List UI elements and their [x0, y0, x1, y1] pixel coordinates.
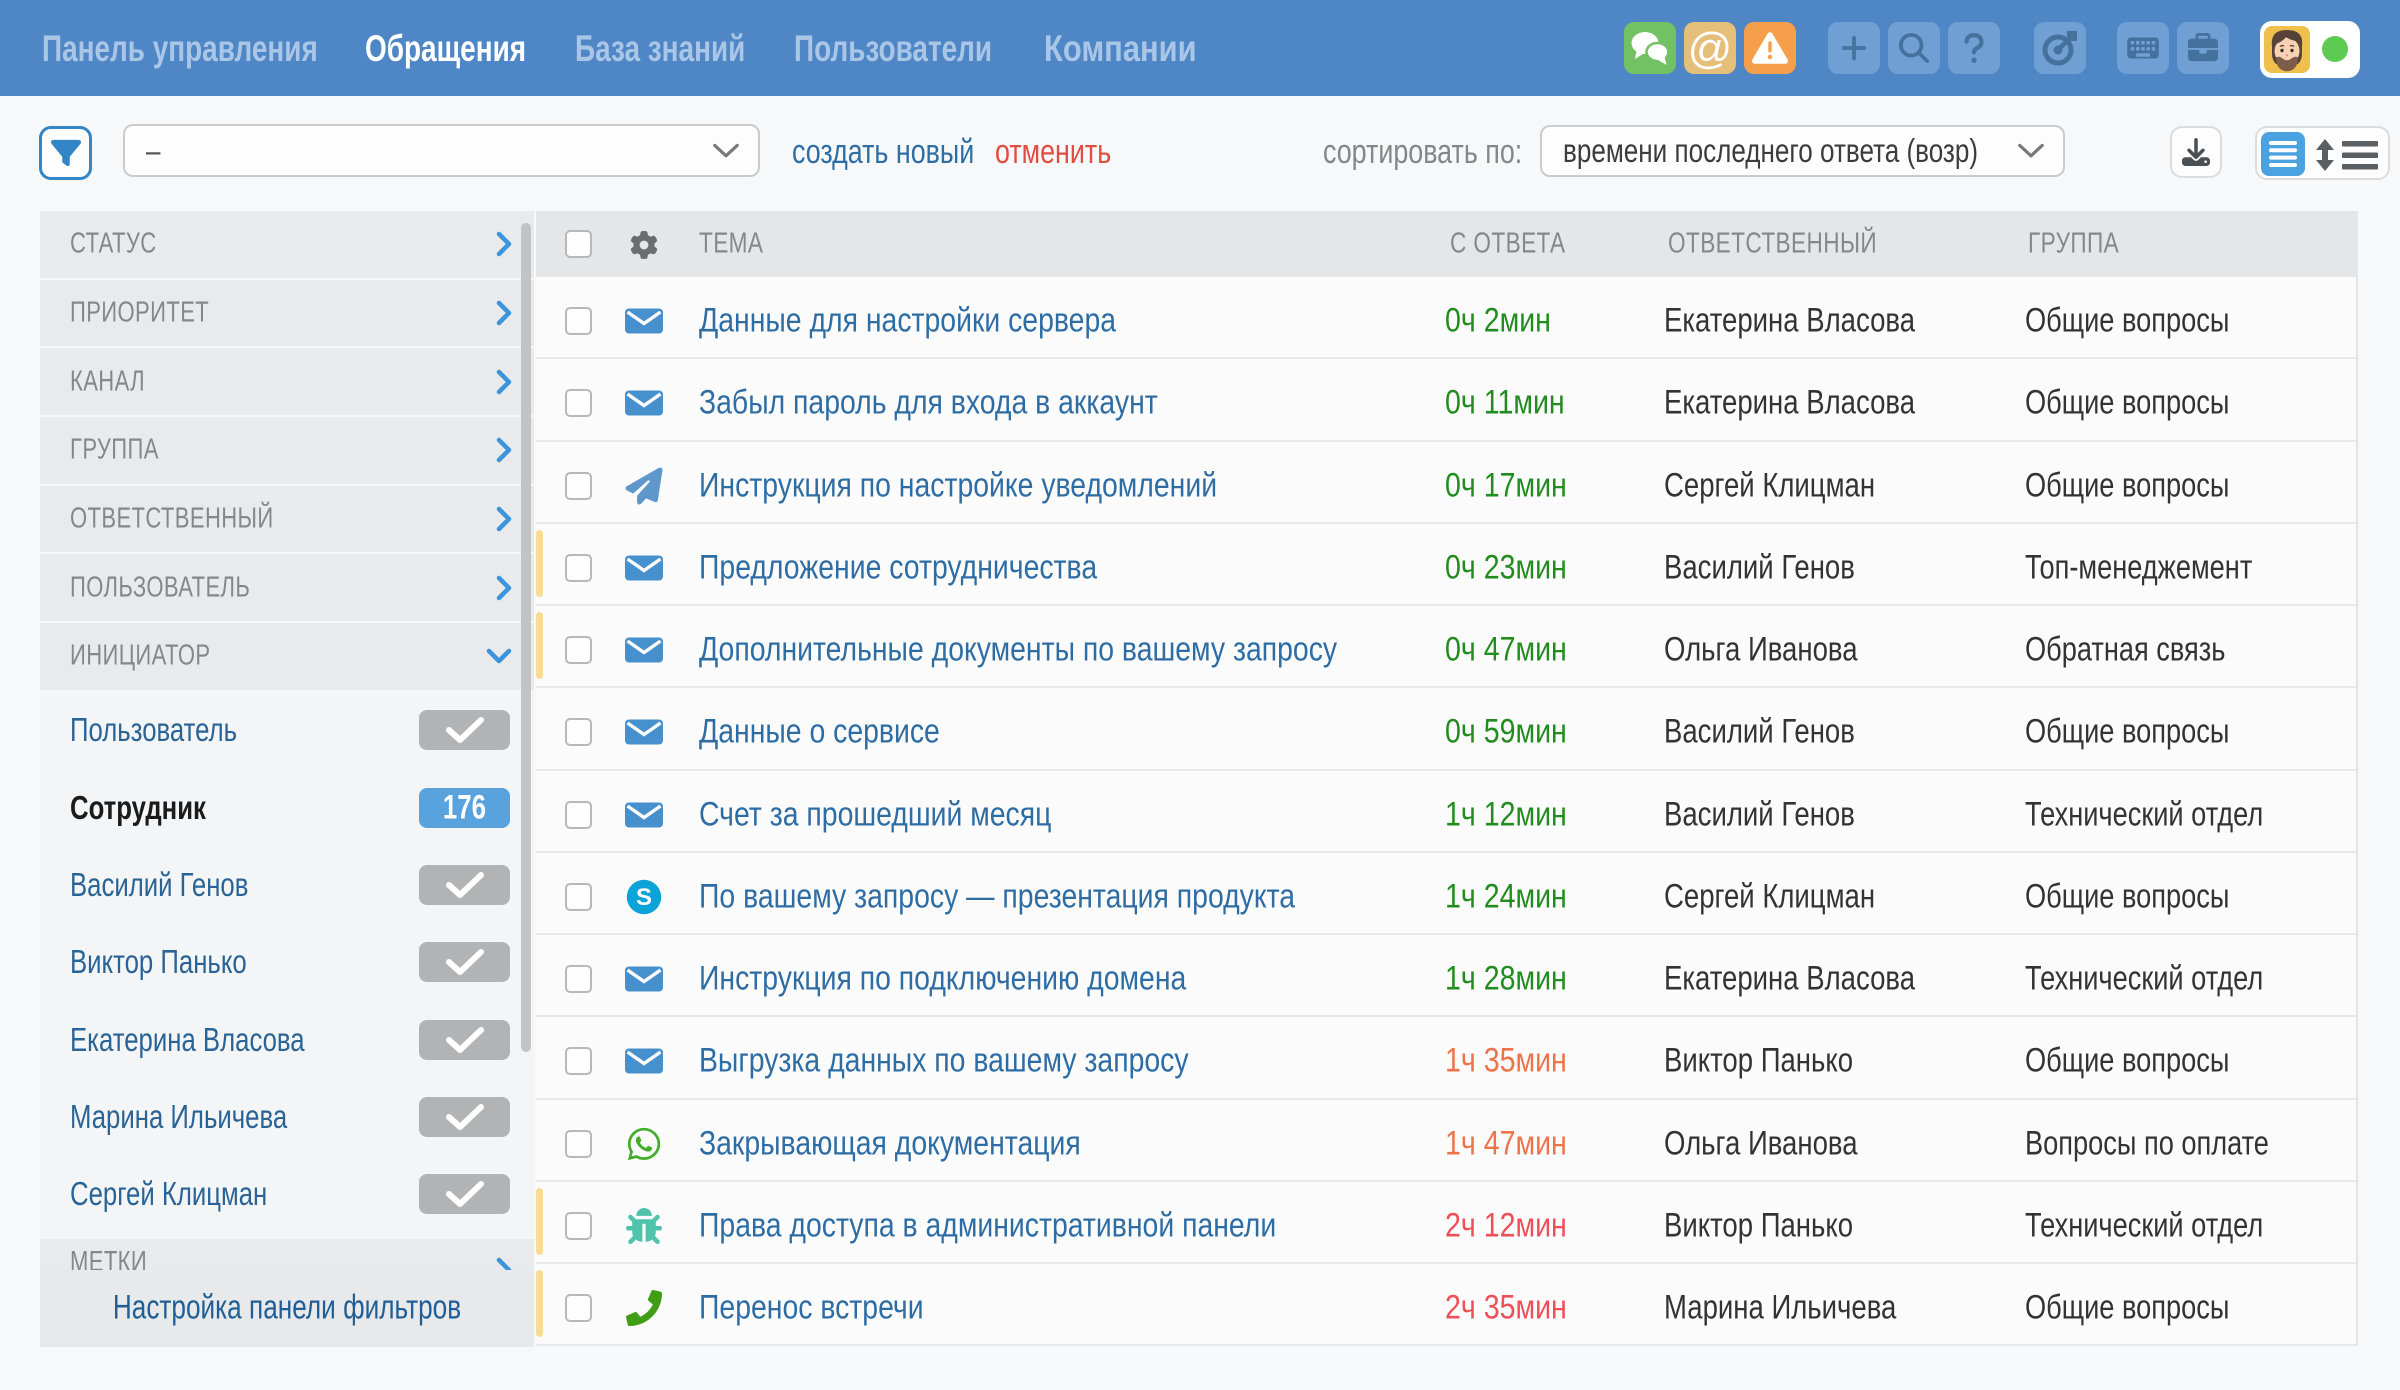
- svg-text:@: @: [1688, 24, 1733, 73]
- svg-text:S: S: [636, 884, 652, 911]
